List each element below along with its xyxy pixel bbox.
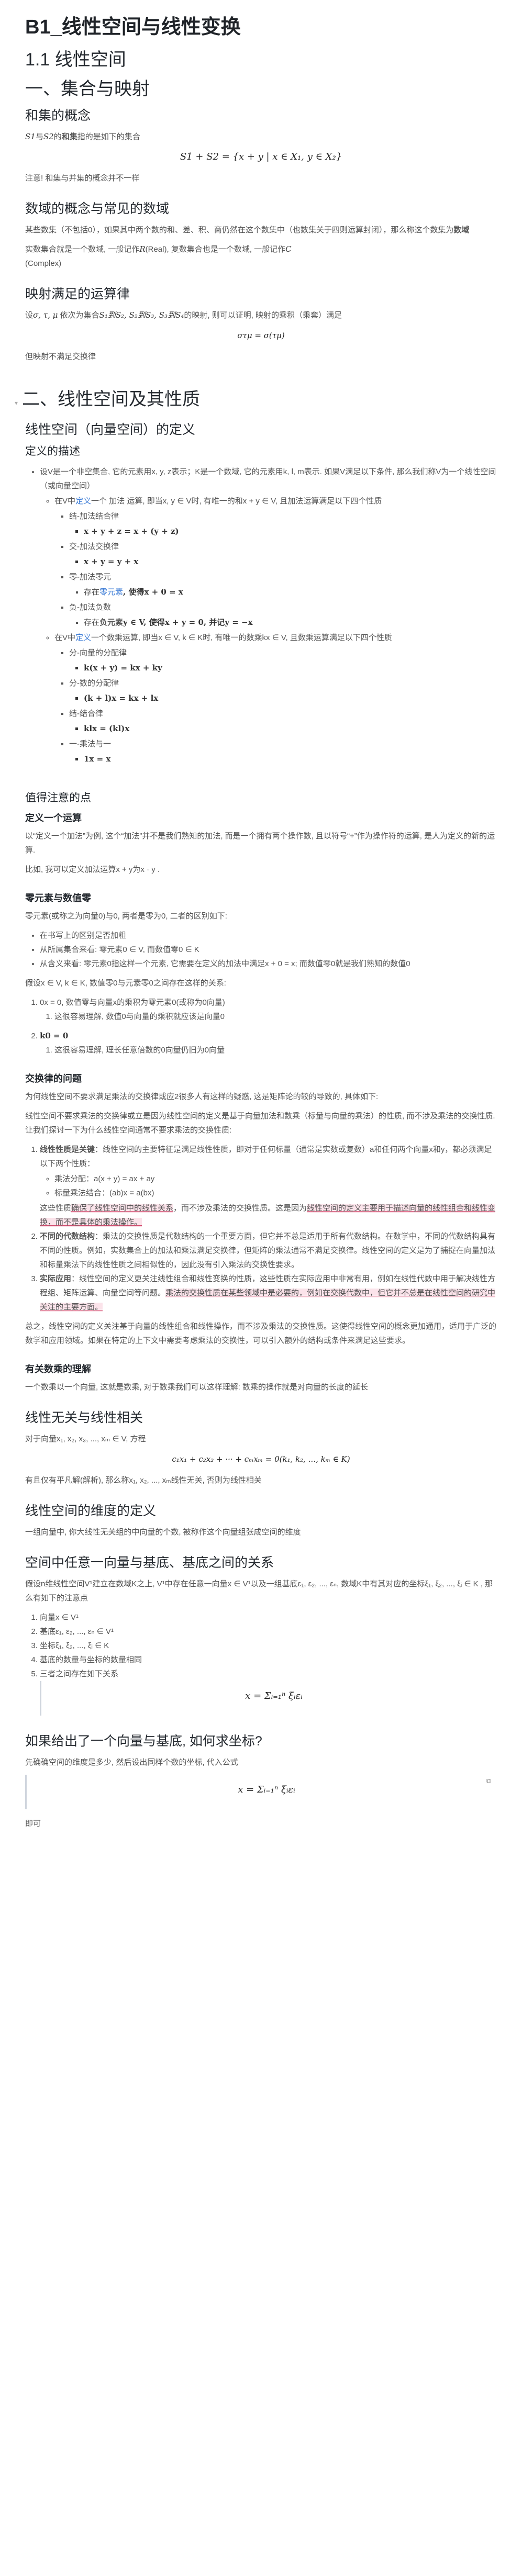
mapping-equation: στμ = σ(τμ) — [237, 331, 285, 340]
heading-set-mapping: 一、集合与映射 — [25, 79, 150, 99]
zero-relation-2: k0 = 0 这很容易理解, 理长任意倍数的0向量仍旧为0向量 — [40, 1029, 497, 1057]
comm-reason-1: 线性性质是关键：线性空间的主要特征是满足线性性质，即对于任何标量（通常是实数或复… — [40, 1143, 497, 1229]
heading-number-field: 数域的概念与常见的数域 — [25, 201, 170, 216]
zero-item-2: 从所属集合来看: 零元素0 ∈ V, 而数值零0 ∈ K — [40, 943, 497, 957]
heading-definition-description: 定义的描述 — [25, 445, 80, 457]
definition-list: 设V是一个非空集合, 它的元素用x, y, z表示；K是一个数域, 它的元素用k… — [25, 465, 497, 766]
sum-set-note: 注意! 和集与并集的概念并不一样 — [25, 174, 140, 183]
basis-equation: x = Σᵢ₌₁ⁿ ξᵢεᵢ — [245, 1690, 303, 1701]
zero-relation-2-note: 这很容易理解, 理长任意倍数的0向量仍旧为0向量 — [54, 1043, 497, 1057]
heading-linear-space: ▾ 二、线性空间及其性质 — [15, 389, 201, 409]
comm-reason-3: 实际应用：线性空间的定义更关注线性组合和线性变换的性质，这些性质在实际应用中非常… — [40, 1272, 497, 1314]
comm-text-1: 为何线性空间不要求满足乘法的交换律或应2很多人有这样的疑惑, 这是矩阵论的较的导… — [25, 1092, 379, 1101]
basis-list: 向量x ∈ V¹ 基底ε₁, ε₂, ..., εₙ ∈ V¹ 坐标ξ₁, ξ₂… — [25, 1610, 497, 1716]
heading-1-1: 1.1 线性空间 — [25, 50, 126, 70]
zero-relation-1: 0x = 0, 数值零与向量x的乘积为零元素0(或称为0向量) 这很容易理解, … — [40, 995, 497, 1024]
heading-linear-space-definition: 线性空间（向量空间）的定义 — [25, 422, 196, 437]
heading-sum-set: 和集的概念 — [25, 108, 91, 123]
mapping-text-1: 设σ, τ, μ 依次为集合S₁到S₂, S₂到S₃, S₃到S₄的映射, 则可… — [25, 310, 342, 320]
add-prop-comm: 交-加法交换律 — [69, 540, 497, 554]
page-title: B1_线性空间与线性变换 — [25, 16, 241, 38]
find-text-1: 先确确空间的维度是多少, 然后设出同样个数的坐标, 代入公式 — [25, 1758, 238, 1767]
definition-addition: 在V中定义一个 加法 运算, 即当x, y ∈ V时, 有唯一的和x + y ∈… — [54, 494, 497, 630]
heading-linear-dependence: 线性无关与线性相关 — [25, 1410, 143, 1425]
zero-list: 在书写上的区别是否加粗 从所属集合来看: 零元素0 ∈ V, 而数值零0 ∈ K… — [25, 928, 497, 971]
zero-text-1: 零元素(或称之为向量0)与0, 两者是零为0, 二者的区别如下: — [25, 912, 227, 921]
document-page: B1_线性空间与线性变换 1.1 线性空间 一、集合与映射 和集的概念 S1与S… — [0, 0, 522, 1831]
comm-text-2: 线性空间不要求乘法的交换律或立是因为线性空间的定义是基于向量加法和数乘（标量与向… — [25, 1112, 495, 1135]
mapping-text-2: 但映射不满足交换律 — [25, 352, 96, 361]
define-op-text-1: 以“定义一个加法”为例, 这个“加法”并不是我们熟知的加法, 而是一个拥有两个操… — [25, 832, 495, 855]
zero-relation-1-note: 这很容易理解, 数值0与向量的乘积就应该是向量0 — [54, 1010, 497, 1024]
heading-basis: 空间中任意一向量与基底、基底之间的关系 — [25, 1555, 274, 1570]
heading-notice: 值得注意的点 — [25, 792, 91, 804]
dimension-text: 一组向量中, 你大线性无关组的中向量的个数, 被称作这个向量组张成空间的维度 — [25, 1528, 301, 1537]
add-prop-neg: 负-加法负数 — [69, 600, 497, 614]
mul-prop-4: 一-乘法与一 — [69, 737, 497, 751]
add-prop-neg-eq: 存在负元素y ∈ V, 使得x + y = 0, 并记y = −x — [84, 615, 497, 630]
basis-item-4: 基底的数量与坐标的数量相同 — [40, 1653, 497, 1667]
find-text-2: 即可 — [25, 1819, 41, 1828]
number-field-text-1: 某些数集（不包括0），如果其中两个数的和、差、积、商仍然在这个数集中（也数集关于… — [25, 226, 470, 234]
scalar-understanding-text: 一个数乘以一个向量, 这就是数乘, 对于数乘我们可以这样理解: 数乘的操作就是对… — [25, 1383, 369, 1392]
comm-text-3: 总之，线性空间的定义关注基于向量的线性组合和线性操作，而不涉及乘法的交换性质。这… — [25, 1322, 497, 1345]
mul-prop-3-eq: klx = (kl)x — [84, 722, 497, 736]
heading-define-op: 定义一个运算 — [25, 813, 82, 823]
basis-item-1: 向量x ∈ V¹ — [40, 1610, 497, 1625]
basis-item-3: 坐标ξ₁, ξ₂, ..., ξᵢ ∈ K — [40, 1639, 497, 1653]
lindep-text-1: 对于向量x₁, x₂, x₃, ..., xₘ ∈ V, 方程 — [25, 1435, 146, 1443]
add-prop-comm-eq: x + y = y + x — [84, 555, 497, 569]
comm-sub-2: 标量乘法结合：(ab)x = a(bx) — [54, 1186, 497, 1200]
add-prop-assoc: 结-加法结合律 — [69, 509, 497, 523]
mul-prop-2: 分-数的分配律 — [69, 676, 497, 690]
comm-reason-1-tail: 这些性质确保了线性空间中的线性关系，而不涉及乘法的交换性质。这是因为线性空间的定… — [40, 1204, 496, 1227]
zero-relations: 0x = 0, 数值零与向量x的乘积为零元素0(或称为0向量) 这很容易理解, … — [25, 995, 497, 1057]
zero-item-1: 在书写上的区别是否加粗 — [40, 928, 497, 943]
heading-find-coordinates: 如果给出了一个向量与基底, 如何求坐标? — [25, 1734, 262, 1749]
basis-equation-block: x = Σᵢ₌₁ⁿ ξᵢεᵢ — [40, 1681, 497, 1716]
heading-mapping-laws: 映射满足的运算律 — [25, 287, 130, 301]
mul-prop-2-eq: (k + l)x = kx + lx — [84, 691, 497, 705]
zero-text-2: 假设x ∈ V, k ∈ K, 数值零0与元素零0之间存在这样的关系: — [25, 979, 226, 988]
sum-set-text: S1与S2的和集指的是如下的集合 — [25, 132, 140, 141]
heading-scalar-understanding: 有关数乘的理解 — [25, 1364, 91, 1374]
heading-zero: 零元素与数值零 — [25, 893, 91, 903]
basis-item-5: 三者之间存在如下关系 x = Σᵢ₌₁ⁿ ξᵢεᵢ — [40, 1667, 497, 1716]
comm-reason-2: 不同的代数结构：乘法的交换性质是代数结构的一个重要方面，但它并不总是适用于所有代… — [40, 1229, 497, 1272]
define-op-text-2: 比如, 我可以定义加法运算x + y为x · y . — [25, 865, 160, 874]
heading-dimension: 线性空间的维度的定义 — [25, 1504, 157, 1518]
lindep-equation: c₁x₁ + c₂x₂ + ··· + cₘxₘ = 0(k₁, k₂, ...… — [172, 1454, 350, 1464]
lindep-text-2: 有且仅有平凡解(解析), 那么称x₁, x₂, ..., xₘ线性无关, 否则为… — [25, 1476, 262, 1485]
number-field-text-2: 实数集合就是一个数域, 一般记作R(Real), 复数集合也是一个数域, 一般记… — [25, 244, 292, 268]
sum-set-equation: S1 + S2 = {x + y | x ∈ X₁, y ∈ X₂} — [180, 151, 342, 162]
fold-chevron-icon[interactable]: ▾ — [15, 399, 18, 407]
comm-sub-1: 乘法分配：a(x + y) = ax + ay — [54, 1172, 497, 1186]
copy-icon[interactable]: ⧉ — [486, 1777, 494, 1785]
basis-text-1: 假设n维线性空间V¹建立在数域K之上, V¹中存在任意一向量x ∈ V¹以及一组… — [25, 1580, 493, 1603]
basis-item-2: 基底ε₁, ε₂, ..., εₙ ∈ V¹ — [40, 1625, 497, 1639]
heading-commutativity: 交换律的问题 — [25, 1073, 82, 1084]
find-equation: x = Σᵢ₌₁ⁿ ξᵢεᵢ — [238, 1784, 295, 1795]
definition-scalar-mult: 在V中定义一个数乘运算, 即当x ∈ V, k ∈ K时, 有唯一的数乘kx ∈… — [54, 631, 497, 766]
find-equation-block: ⧉ x = Σᵢ₌₁ⁿ ξᵢεᵢ — [25, 1775, 497, 1809]
add-prop-assoc-eq: x + y + z = x + (y + z) — [84, 524, 497, 539]
mul-prop-1-eq: k(x + y) = kx + ky — [84, 661, 497, 675]
mul-prop-4-eq: 1x = x — [84, 752, 497, 766]
definition-intro: 设V是一个非空集合, 它的元素用x, y, z表示；K是一个数域, 它的元素用k… — [40, 465, 497, 493]
zero-item-3: 从含义来看: 零元素0指这样一个元素, 它需要在定义的加法中满足x + 0 = … — [40, 957, 497, 971]
mul-prop-3: 结-结合律 — [69, 707, 497, 721]
comm-reasons: 线性性质是关键：线性空间的主要特征是满足线性性质，即对于任何标量（通常是实数或复… — [25, 1143, 497, 1314]
mul-prop-1: 分-向量的分配律 — [69, 646, 497, 660]
add-prop-zero: 零-加法零元 — [69, 570, 497, 584]
add-prop-zero-eq: 存在零元素, 使得x + 0 = x — [84, 585, 497, 599]
